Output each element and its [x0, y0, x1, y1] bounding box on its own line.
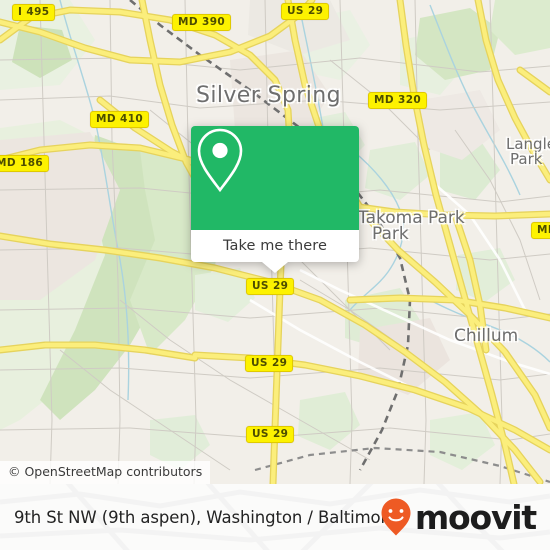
popup-footer[interactable]: Take me there	[191, 230, 359, 262]
popup-pointer	[262, 262, 288, 273]
route-shield-md410: MD 410	[90, 111, 150, 128]
map-attribution[interactable]: © OpenStreetMap contributors	[0, 461, 211, 484]
footer-bar: 9th St NW (9th aspen), Washington / Balt…	[0, 484, 550, 550]
route-shield-i495: I 495	[12, 4, 56, 21]
route-shield-md186: MD 186	[0, 155, 50, 172]
map-pin-icon	[197, 128, 243, 193]
moovit-logo[interactable]: moovit	[379, 497, 537, 537]
route-shield-us29: US 29	[281, 3, 330, 20]
moovit-pin-icon	[381, 498, 411, 536]
moovit-map-screen: Silver Spring Takoma Park Park Langley P…	[0, 0, 550, 550]
location-title: 9th St NW (9th aspen), Washington / Balt…	[14, 507, 397, 527]
moovit-wordmark: moovit	[414, 497, 537, 537]
take-me-there-label: Take me there	[222, 238, 328, 254]
route-shield-md: MD	[531, 222, 550, 239]
route-shield-us29: US 29	[245, 355, 294, 372]
route-shield-md320: MD 320	[368, 92, 428, 109]
map-canvas[interactable]: Silver Spring Takoma Park Park Langley P…	[0, 0, 550, 484]
location-popup-card[interactable]: Take me there	[191, 126, 359, 273]
route-shield-md390: MD 390	[172, 14, 232, 31]
route-shield-us29: US 29	[246, 426, 295, 443]
route-shield-us29: US 29	[246, 278, 295, 295]
popup-header	[191, 126, 359, 230]
